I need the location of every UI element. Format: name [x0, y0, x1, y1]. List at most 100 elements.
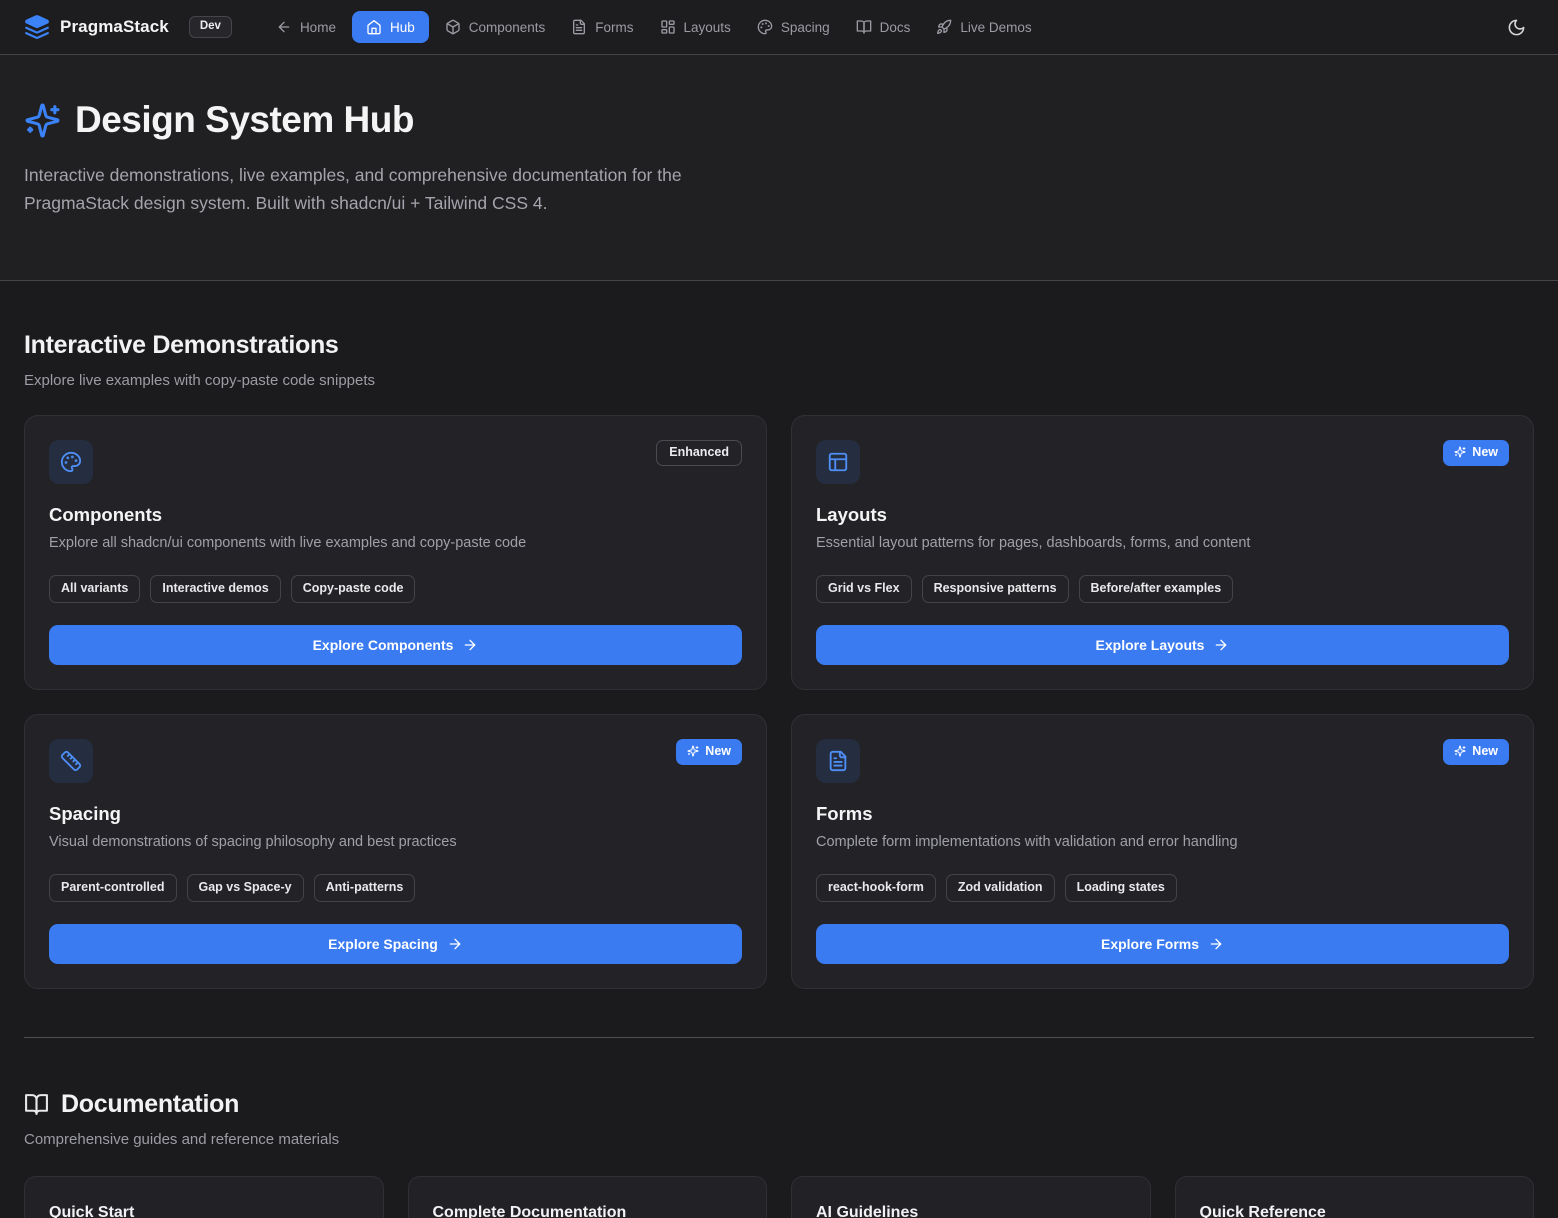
badge-label: New	[1472, 744, 1498, 759]
nav-item-docs[interactable]: Docs	[846, 11, 921, 43]
package-icon	[445, 19, 461, 35]
nav-item-label: Live Demos	[960, 20, 1031, 35]
panels-top-left-icon	[827, 451, 849, 473]
arrow-right-icon	[1208, 936, 1224, 952]
layout-dashboard-icon	[660, 19, 676, 35]
sparkles-icon	[24, 102, 61, 139]
tag: Grid vs Flex	[816, 575, 912, 603]
book-open-icon	[856, 19, 872, 35]
rocket-icon	[936, 19, 952, 35]
card-badge: New	[1443, 739, 1509, 765]
card-title: Spacing	[49, 803, 742, 825]
tag: Copy-paste code	[291, 575, 416, 603]
doc-card-title: Quick Start	[49, 1204, 359, 1218]
tag-row: Grid vs Flex Responsive patterns Before/af…	[816, 575, 1509, 603]
badge-label: New	[1472, 445, 1498, 460]
badge-label: Enhanced	[669, 445, 729, 460]
nav-item-label: Layouts	[684, 20, 731, 35]
demo-card-forms: New Forms Complete form implementations wi…	[791, 714, 1534, 989]
explore-forms-button[interactable]: Explore Forms	[816, 924, 1509, 964]
nav-item-live-demos[interactable]: Live Demos	[926, 11, 1041, 43]
nav-item-forms[interactable]: Forms	[561, 11, 643, 43]
card-badge: Enhanced	[656, 440, 742, 466]
book-open-icon	[856, 19, 872, 35]
doc-card-quick-reference[interactable]: Quick ReferenceCheat sheet for lookups	[1175, 1176, 1535, 1218]
nav-item-layouts[interactable]: Layouts	[650, 11, 741, 43]
tag: react-hook-form	[816, 874, 936, 902]
tag: Gap vs Space-y	[187, 874, 304, 902]
demo-card-grid: Enhanced Components Explore all shadcn/ui …	[24, 415, 1534, 989]
house-icon	[366, 19, 382, 35]
doc-card-complete-documentation[interactable]: Complete DocumentationFull design system…	[408, 1176, 768, 1218]
card-badge: New	[676, 739, 742, 765]
nav-item-hub[interactable]: Hub	[352, 11, 429, 43]
palette-icon	[60, 451, 82, 473]
theme-toggle-button[interactable]	[1498, 9, 1534, 45]
sparkles-icon	[1454, 745, 1466, 757]
badge-label: New	[705, 744, 731, 759]
card-icon-tile	[816, 739, 860, 783]
tag: Zod validation	[946, 874, 1055, 902]
palette-icon	[757, 19, 773, 35]
doc-card-quick-start[interactable]: Quick Start5-minute crash course	[24, 1176, 384, 1218]
palette-icon	[757, 19, 773, 35]
arrow-right-icon	[1213, 637, 1229, 653]
card-description: Complete form implementations with valid…	[816, 834, 1509, 850]
nav-list: HomeHubComponents Forms Layouts Spacing Docs…	[266, 11, 1042, 43]
rocket-icon	[936, 19, 952, 35]
card-icon-tile	[49, 739, 93, 783]
card-icon-tile	[816, 440, 860, 484]
moon-icon	[1507, 18, 1526, 37]
doc-card-title: Quick Reference	[1200, 1204, 1510, 1218]
card-title: Components	[49, 504, 742, 526]
cta-label: Explore Forms	[1101, 936, 1199, 952]
sparkles-icon	[1454, 446, 1466, 458]
explore-spacing-button[interactable]: Explore Spacing	[49, 924, 742, 964]
explore-layouts-button[interactable]: Explore Layouts	[816, 625, 1509, 665]
explore-components-button[interactable]: Explore Components	[49, 625, 742, 665]
demo-card-layouts: NewLayoutsEssential layout patterns for …	[791, 415, 1534, 690]
nav-item-label: Docs	[880, 20, 911, 35]
brand-name: PragmaStack	[60, 17, 169, 37]
demos-section: Interactive Demonstrations Explore live …	[24, 281, 1534, 989]
sparkles-icon	[24, 102, 61, 139]
documentation-heading: Documentation	[61, 1090, 239, 1119]
arrow-right-icon	[462, 637, 478, 653]
cta-label: Explore Spacing	[328, 936, 438, 952]
top-navbar: PragmaStack Dev HomeHubComponents Forms La…	[0, 0, 1558, 55]
tag: Before/after examples	[1079, 575, 1234, 603]
arrow-left-icon	[276, 19, 292, 35]
layout-dashboard-icon	[660, 19, 676, 35]
dev-badge: Dev	[189, 16, 232, 39]
card-icon-tile	[49, 440, 93, 484]
doc-card-grid: Quick Start5-minute crash course Complete…	[24, 1176, 1534, 1218]
book-open-icon	[24, 1092, 49, 1117]
brand[interactable]: PragmaStack Dev	[24, 14, 232, 40]
house-icon	[366, 19, 382, 35]
card-badge: New	[1443, 440, 1509, 466]
hero-description: Interactive demonstrations, live example…	[24, 161, 776, 218]
nav-item-spacing[interactable]: Spacing	[747, 11, 840, 43]
tag: Interactive demos	[150, 575, 280, 603]
hero-section: Design System Hub Interactive demonstrat…	[0, 55, 1558, 281]
book-open-icon	[24, 1092, 49, 1117]
cta-label: Explore Components	[313, 637, 454, 653]
card-title: Forms	[816, 803, 1509, 825]
nav-item-components[interactable]: Components	[435, 11, 556, 43]
nav-item-home[interactable]: Home	[266, 11, 346, 43]
tag: All variants	[49, 575, 140, 603]
tag-row: react-hook-form Zod validation Loading sta…	[816, 874, 1509, 902]
doc-card-title: AI Guidelines	[816, 1204, 1126, 1218]
tag: Loading states	[1065, 874, 1177, 902]
package-icon	[445, 19, 461, 35]
demo-card-components: Enhanced Components Explore all shadcn/ui …	[24, 415, 767, 690]
doc-card-ai-guidelines[interactable]: AI GuidelinesRules for AI code generatio…	[791, 1176, 1151, 1218]
arrow-left-icon	[276, 19, 292, 35]
nav-item-label: Forms	[595, 20, 633, 35]
tag: Responsive patterns	[922, 575, 1069, 603]
documentation-subheading: Comprehensive guides and reference mater…	[24, 1131, 1534, 1148]
arrow-right-icon	[447, 936, 463, 952]
navbar-right	[1498, 9, 1534, 45]
ruler-icon	[60, 750, 82, 772]
card-description: Explore all shadcn/ui components with li…	[49, 535, 742, 551]
